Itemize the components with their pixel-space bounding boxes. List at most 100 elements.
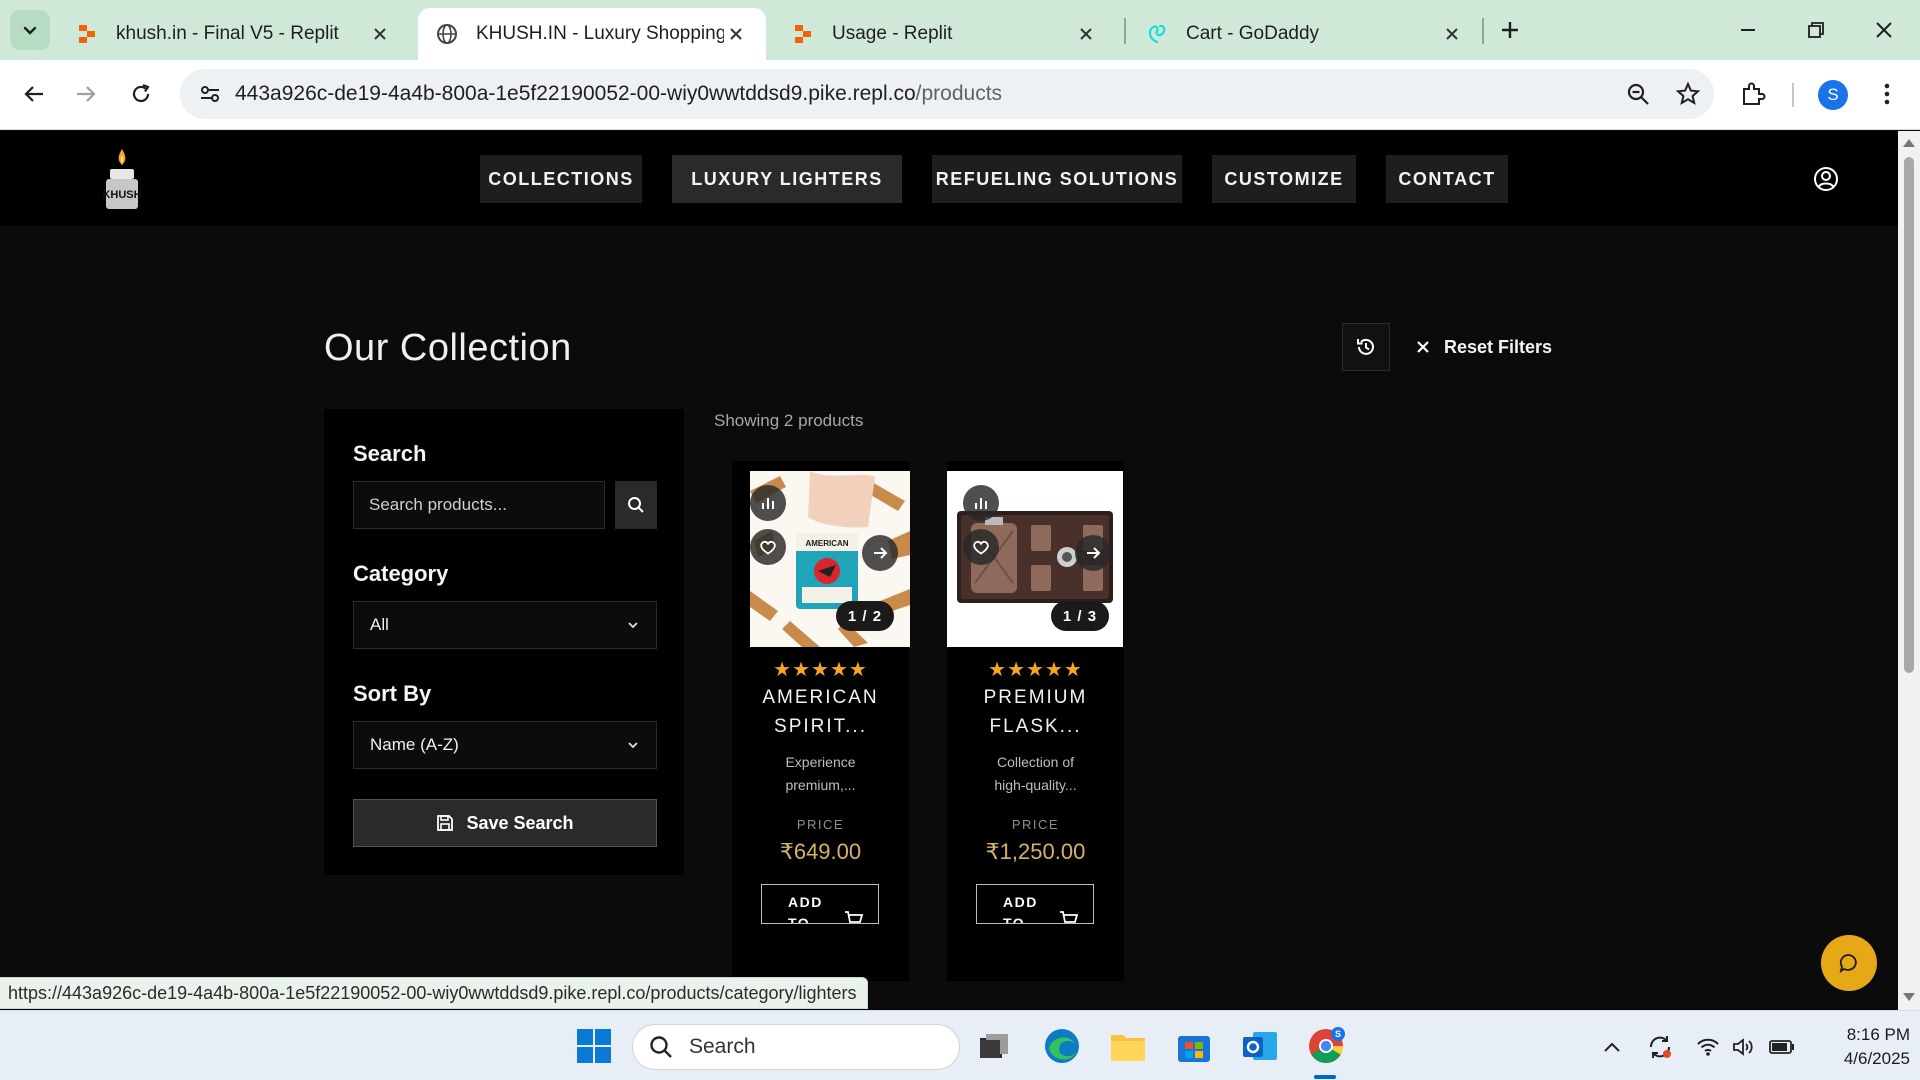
- url-text[interactable]: 443a926c-de19-4a4b-800a-1e5f22190052-00-…: [235, 82, 1002, 106]
- sync-tray-icon[interactable]: [1646, 1033, 1674, 1061]
- next-image-button[interactable]: [862, 535, 898, 571]
- nav-collections[interactable]: COLLECTIONS: [480, 155, 642, 203]
- zoom-icon[interactable]: [1622, 78, 1654, 110]
- product-name[interactable]: PREMIUM FLASK...: [947, 683, 1124, 741]
- scroll-down-arrow-icon[interactable]: [1903, 993, 1915, 1001]
- speaker-icon: [1733, 1038, 1753, 1056]
- sync-icon: [1649, 1036, 1671, 1058]
- new-tab-button[interactable]: [1494, 14, 1526, 46]
- rating-stars: ★★★★★: [773, 659, 868, 681]
- site-info-icon[interactable]: [194, 78, 226, 110]
- wifi-icon: [1697, 1038, 1719, 1056]
- task-view-icon: [980, 1034, 1008, 1058]
- bookmark-star-icon[interactable]: [1672, 78, 1704, 110]
- nav-customize[interactable]: CUSTOMIZE: [1212, 155, 1356, 203]
- tab-search-menu-button[interactable]: [10, 10, 50, 50]
- taskbar-chrome[interactable]: S: [1302, 1022, 1350, 1070]
- search-label: Search: [353, 441, 427, 466]
- scrollbar-thumb[interactable]: [1904, 157, 1914, 673]
- wishlist-button[interactable]: [963, 529, 999, 565]
- close-window-button[interactable]: [1866, 12, 1902, 48]
- forward-button[interactable]: [66, 74, 106, 114]
- search-input[interactable]: [353, 481, 605, 529]
- back-button[interactable]: [14, 74, 54, 114]
- chat-button[interactable]: [1821, 935, 1877, 991]
- product-image[interactable]: 1 / 3: [947, 471, 1123, 647]
- chevron-down-icon: [628, 742, 638, 749]
- scroll-up-arrow-icon[interactable]: [1903, 139, 1915, 147]
- volume-tray-icon[interactable]: [1730, 1033, 1758, 1061]
- system-clock[interactable]: 8:16 PM 4/6/2025: [1810, 1023, 1910, 1071]
- history-icon: [1357, 338, 1374, 355]
- heart-icon: [973, 540, 989, 555]
- show-hidden-icons-button[interactable]: [1598, 1033, 1626, 1061]
- nav-contact[interactable]: CONTACT: [1386, 155, 1508, 203]
- results-count: Showing 2 products: [714, 411, 864, 430]
- wifi-tray-icon[interactable]: [1694, 1033, 1722, 1061]
- category-select[interactable]: All: [353, 601, 657, 649]
- reset-filters-label: Reset Filters: [1444, 336, 1553, 357]
- close-tab-icon[interactable]: [1074, 22, 1098, 46]
- taskbar-file-explorer[interactable]: [1104, 1022, 1152, 1070]
- tab-khush-active[interactable]: KHUSH.IN - Luxury Shopping Ex: [418, 8, 766, 60]
- address-bar[interactable]: 443a926c-de19-4a4b-800a-1e5f22190052-00-…: [180, 69, 1714, 119]
- save-search-button[interactable]: Save Search: [353, 799, 657, 847]
- close-tab-icon[interactable]: [368, 22, 392, 46]
- image-counter: 1 / 3: [1051, 601, 1109, 631]
- product-image[interactable]: AMERICAN 1 / 2: [750, 471, 910, 647]
- taskbar-edge[interactable]: [1038, 1022, 1086, 1070]
- start-button[interactable]: [570, 1022, 618, 1070]
- outlook-icon: [1243, 1032, 1277, 1060]
- cart-icon: [1060, 911, 1079, 923]
- search-button[interactable]: [615, 481, 657, 529]
- chevron-up-icon: [1604, 1042, 1620, 1052]
- reset-filters-button[interactable]: Reset Filters: [1416, 331, 1552, 363]
- battery-tray-icon[interactable]: [1768, 1033, 1796, 1061]
- chart-bar-icon: [762, 498, 774, 509]
- page-scrollbar[interactable]: [1898, 131, 1920, 1010]
- godaddy-icon: [1148, 24, 1166, 44]
- account-icon[interactable]: [1812, 165, 1840, 193]
- add-to-cart-button[interactable]: ADD TO: [976, 884, 1094, 924]
- close-tab-icon[interactable]: [1440, 22, 1464, 46]
- restore-button[interactable]: [1798, 12, 1834, 48]
- task-view-button[interactable]: [970, 1022, 1018, 1070]
- close-tab-icon[interactable]: [724, 22, 748, 46]
- arrow-right-icon: [874, 547, 888, 559]
- sort-value: Name (A-Z): [370, 735, 459, 754]
- sort-select[interactable]: Name (A-Z): [353, 721, 657, 769]
- profile-avatar[interactable]: S: [1818, 80, 1848, 110]
- tab-replit-final[interactable]: khush.in - Final V5 - Replit: [58, 8, 410, 60]
- compare-button[interactable]: [750, 485, 786, 521]
- product-name[interactable]: AMERICAN SPIRIT...: [732, 683, 909, 741]
- next-image-button[interactable]: [1075, 535, 1111, 571]
- add-to-cart-label: TO: [788, 915, 811, 924]
- restore-icon: [1808, 22, 1824, 38]
- product-card[interactable]: 1 / 3 ★★★★★ PREMIUM FLASK... Collection …: [947, 461, 1124, 981]
- minimize-button[interactable]: [1730, 12, 1766, 48]
- tab-replit-usage[interactable]: Usage - Replit: [774, 8, 1116, 60]
- taskbar-store[interactable]: [1170, 1022, 1218, 1070]
- khush-logo[interactable]: KHUSH: [98, 147, 146, 211]
- product-description-line: Collection of: [996, 754, 1075, 770]
- history-button[interactable]: [1342, 323, 1390, 371]
- compare-button[interactable]: [963, 485, 999, 521]
- kebab-menu-icon: [1884, 83, 1890, 105]
- chat-bubble-icon: [1839, 954, 1857, 973]
- nav-refueling-solutions[interactable]: REFUELING SOLUTIONS: [932, 155, 1182, 203]
- search-icon: [650, 1036, 672, 1058]
- chart-bar-icon: [975, 498, 987, 509]
- taskbar-search[interactable]: Search: [632, 1024, 960, 1070]
- nav-luxury-lighters[interactable]: LUXURY LIGHTERS: [672, 155, 902, 203]
- product-card[interactable]: AMERICAN 1 / 2 ★★★★★ AMERICAN SPIRIT... …: [732, 461, 910, 981]
- reload-button[interactable]: [121, 74, 161, 114]
- arrow-left-icon: [24, 86, 43, 102]
- add-to-cart-button[interactable]: ADD TO: [761, 884, 879, 924]
- filters-panel: Search Category All Sort By Name (A-Z) S…: [324, 409, 684, 875]
- browser-menu-button[interactable]: [1868, 75, 1906, 113]
- extensions-button[interactable]: [1734, 75, 1772, 113]
- wishlist-button[interactable]: [750, 529, 786, 565]
- save-disk-icon: [437, 815, 454, 831]
- tab-godaddy-cart[interactable]: Cart - GoDaddy: [1128, 8, 1482, 60]
- taskbar-outlook[interactable]: [1236, 1022, 1284, 1070]
